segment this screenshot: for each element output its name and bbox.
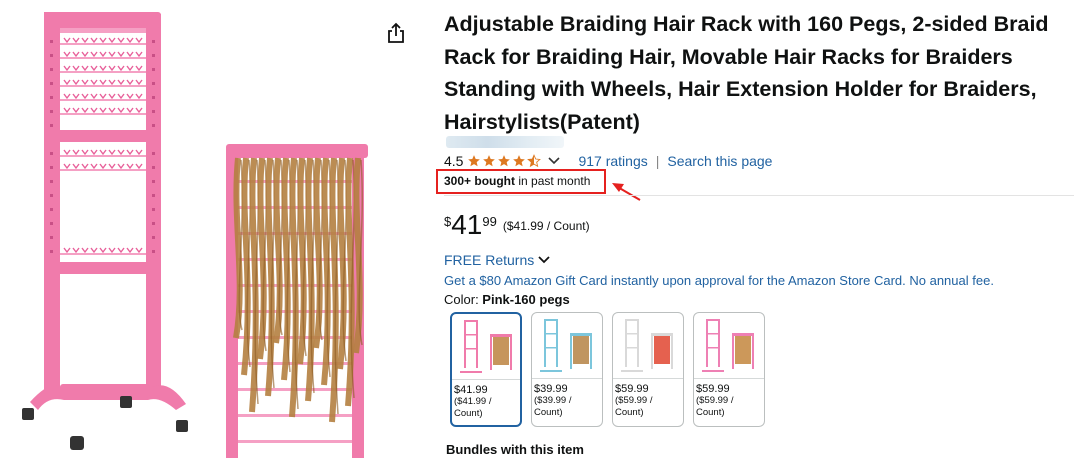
swatch-price: $59.99 [615, 383, 649, 395]
ratings-count-link[interactable]: 917 ratings [578, 153, 647, 169]
star-icon [483, 155, 496, 167]
swatch-unit-price: ($39.99 / [534, 395, 572, 406]
star-icon [513, 155, 526, 167]
swatch-thumbnail [613, 313, 683, 379]
color-swatches: $41.99 ($41.99 / Count) $39.99 ($39.99 /… [450, 312, 765, 427]
star-icon [527, 154, 542, 168]
price-whole: 41 [451, 209, 483, 240]
star-icon [498, 155, 511, 167]
bought-in-past-month: 300+ bought in past month [444, 174, 590, 188]
chevron-down-icon[interactable] [548, 157, 561, 165]
chevron-down-icon[interactable] [538, 256, 550, 264]
price-symbol: $ [444, 214, 452, 229]
product-image-svg [22, 12, 368, 458]
price: $ 41 99 ($41.99 / Count) [444, 210, 590, 240]
swatch-thumbnail [452, 314, 520, 380]
color-label: Color: [444, 292, 483, 307]
unit-price: ($41.99 / Count) [502, 219, 590, 233]
color-value: Pink-160 pegs [482, 292, 570, 307]
swatch-price: $39.99 [534, 383, 568, 395]
bought-period: in past month [515, 174, 591, 188]
search-page-link[interactable]: Search this page [667, 153, 772, 169]
swatch-thumbnail [694, 313, 764, 379]
swatch-price: $59.99 [696, 383, 730, 395]
share-icon[interactable] [386, 22, 406, 44]
free-returns-link[interactable]: FREE Returns [444, 252, 534, 268]
swatch-unit-price: ($59.99 / [615, 395, 653, 406]
product-main-image[interactable] [0, 0, 420, 458]
gift-card-offer-link[interactable]: Get a $80 Amazon Gift Card instantly upo… [444, 273, 994, 288]
rack-with-hair-view [226, 144, 368, 458]
color-swatch[interactable]: $41.99 ($41.99 / Count) [450, 312, 522, 427]
color-swatch[interactable]: $39.99 ($39.99 / Count) [531, 312, 603, 427]
rack-front-view [22, 12, 188, 450]
rating-value: 4.5 [444, 153, 464, 169]
price-fraction: 99 [482, 214, 497, 229]
color-swatch[interactable]: $59.99 ($59.99 / Count) [693, 312, 765, 427]
swatch-unit-label: Count) [696, 407, 725, 418]
swatch-unit-label: Count) [534, 407, 563, 418]
swatch-price: $41.99 [454, 384, 488, 396]
swatch-unit-price: ($59.99 / [696, 395, 734, 406]
swatch-thumbnail [532, 313, 602, 379]
free-returns[interactable]: FREE Returns [444, 252, 568, 268]
swatch-unit-label: Count) [615, 407, 644, 418]
product-title: Adjustable Braiding Hair Rack with 160 P… [444, 12, 1049, 134]
rating-row: 4.5 917 ratings | Search this page [444, 152, 772, 170]
bundles-heading: Bundles with this item [446, 442, 584, 457]
star-rating[interactable] [467, 154, 542, 168]
color-selection: Color: Pink-160 pegs [444, 292, 570, 307]
divider [444, 195, 1074, 196]
store-link-blurred[interactable] [446, 136, 564, 148]
star-icon [468, 155, 481, 167]
bought-count: 300+ bought [444, 174, 516, 188]
swatch-unit-label: Count) [454, 408, 483, 419]
separator: | [655, 153, 660, 169]
swatch-unit-price: ($41.99 / [454, 396, 492, 407]
color-swatch[interactable]: $59.99 ($59.99 / Count) [612, 312, 684, 427]
